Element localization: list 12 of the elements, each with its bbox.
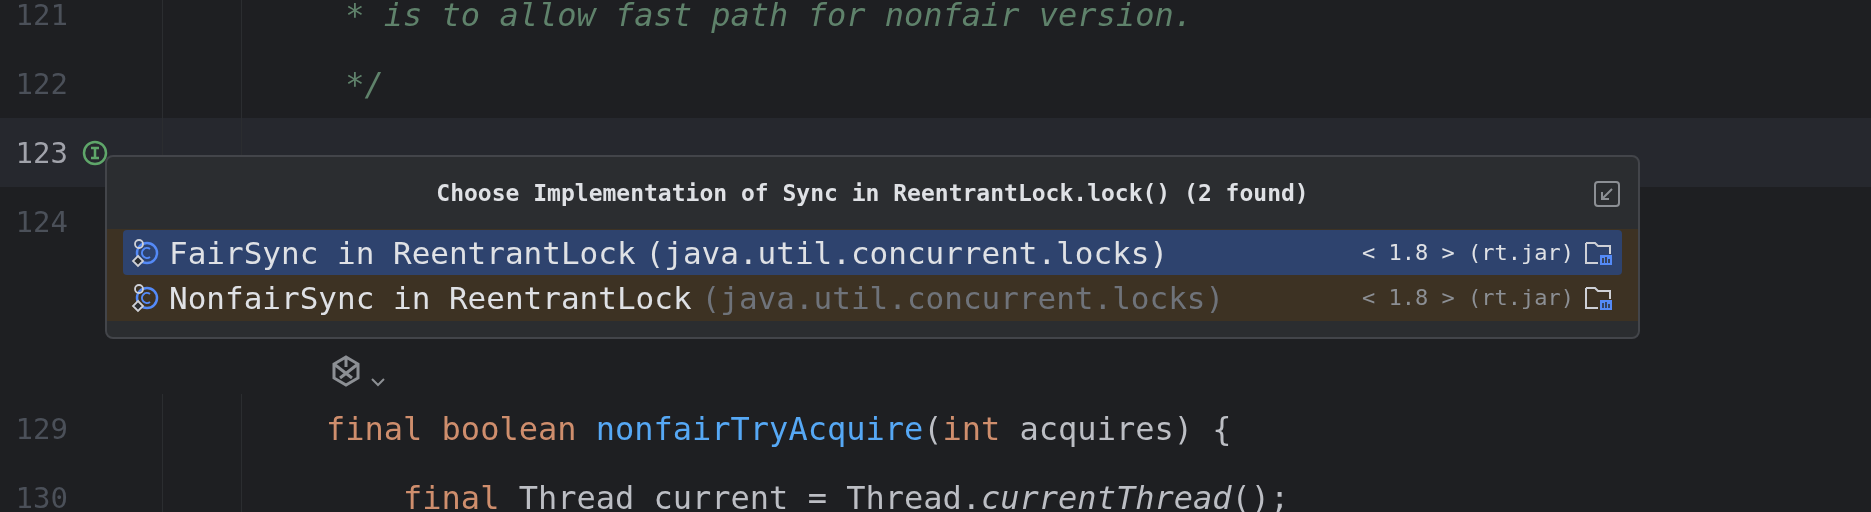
class-icon (131, 237, 159, 268)
code-line: */ (344, 63, 384, 105)
line-number: 123 (14, 135, 68, 170)
popup-title: Choose Implementation of Sync in ReentrantLock.lock() (2 found) (436, 180, 1309, 206)
implementation-item[interactable]: FairSync in ReentrantLock (java.util.concurrent.locks) < 1.8 > (rt.jar) (123, 230, 1622, 275)
code-line: * is to allow fast path for nonfair version. (344, 0, 1193, 36)
implementation-item[interactable]: NonfairSync in ReentrantLock (java.util.concurrent.locks) < 1.8 > (rt.jar) (123, 275, 1622, 320)
class-icon (131, 282, 159, 313)
chevron-down-icon[interactable] (370, 376, 386, 388)
code-line: final boolean nonfairTryAcquire(int acquires) { (326, 408, 1232, 450)
collapse-icon[interactable] (1594, 181, 1620, 207)
implemented-icon[interactable] (82, 139, 108, 166)
